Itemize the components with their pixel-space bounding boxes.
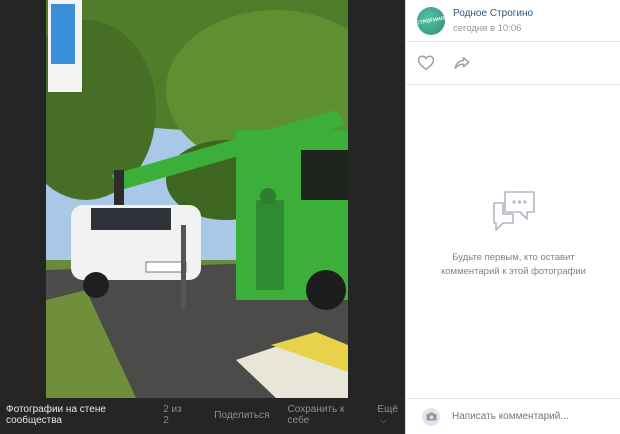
share-icon[interactable]: [453, 54, 471, 72]
more-label: Ещё: [377, 404, 398, 415]
album-title[interactable]: Фотографии на стене сообщества: [6, 404, 154, 426]
more-menu[interactable]: Ещё⌵: [377, 404, 405, 426]
heart-icon[interactable]: [417, 54, 435, 72]
viewer-bottom-bar: Фотографии на стене сообщества 2 из 2 По…: [0, 404, 405, 426]
comment-bubble-icon: [492, 191, 535, 231]
avatar[interactable]: СТРОГИНО: [417, 6, 445, 35]
no-comments-placeholder: Будьте первым, кто оставит комментарий к…: [406, 190, 620, 279]
share-link[interactable]: Поделиться: [214, 410, 269, 421]
post-header: СТРОГИНО Родное Строгино сегодня в 10:06: [406, 0, 620, 42]
camera-icon[interactable]: [422, 407, 440, 426]
avatar-label: СТРОГИНО: [417, 15, 445, 26]
group-name-link[interactable]: Родное Строгино: [453, 8, 533, 19]
photo[interactable]: [46, 0, 348, 398]
comment-input[interactable]: [452, 411, 612, 422]
photo-viewer: Фотографии на стене сообщества 2 из 2 По…: [0, 0, 405, 434]
photo-image: [46, 0, 348, 398]
save-link[interactable]: Сохранить к себе: [288, 404, 364, 426]
photo-counter: 2 из 2: [163, 404, 182, 426]
post-time[interactable]: сегодня в 10:06: [453, 23, 533, 34]
comment-composer: [406, 398, 620, 434]
post-sidebar: СТРОГИНО Родное Строгино сегодня в 10:06…: [405, 0, 620, 434]
chevron-down-icon: ⌵: [380, 416, 387, 425]
no-comments-text: Будьте первым, кто оставит комментарий к…: [441, 252, 586, 277]
post-actions: [406, 42, 620, 85]
